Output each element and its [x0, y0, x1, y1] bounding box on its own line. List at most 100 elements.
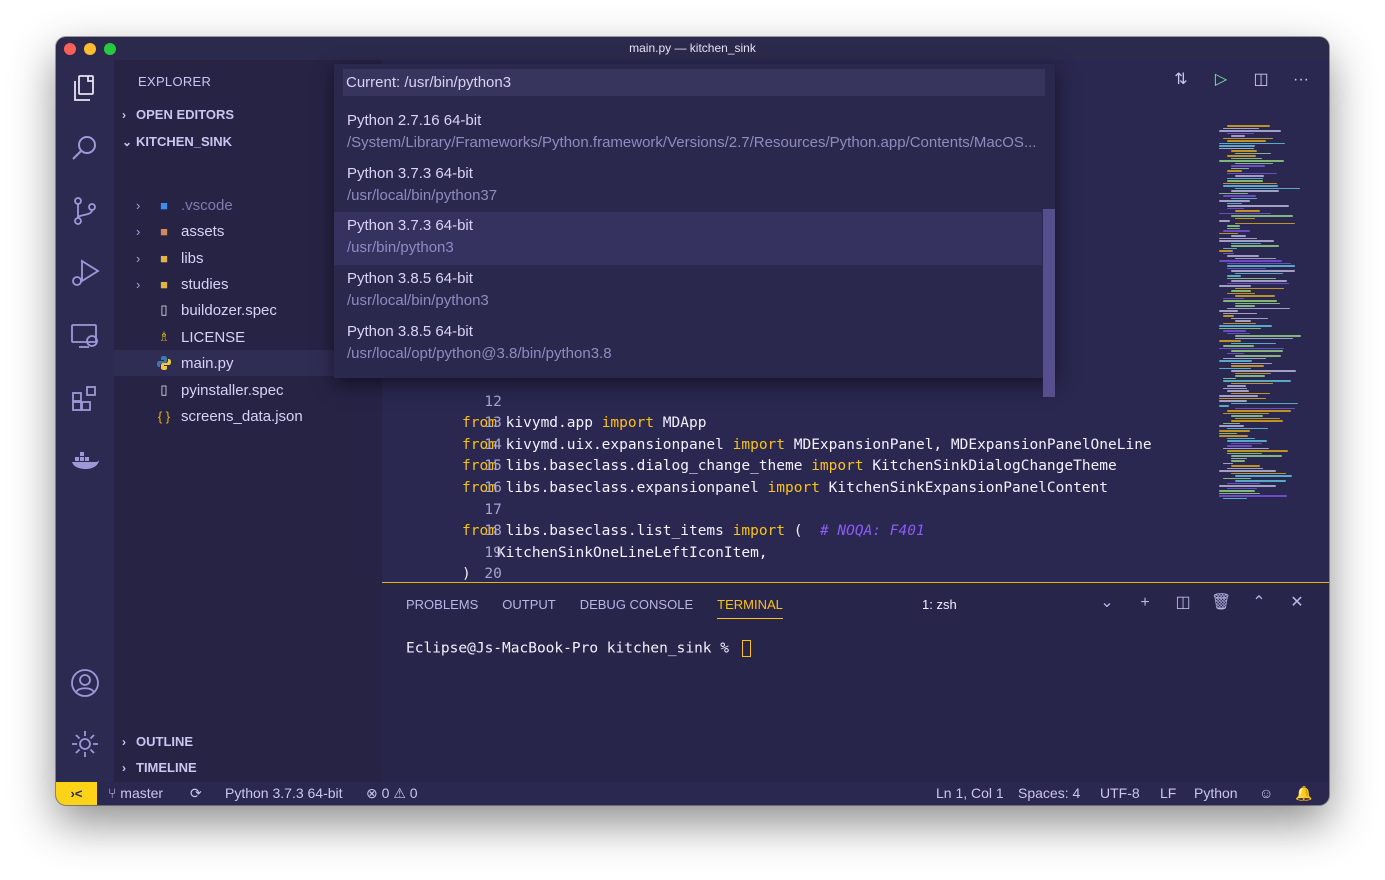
minimap-line	[1227, 487, 1257, 490]
minimap-line	[1219, 430, 1250, 432]
minimap-line	[1231, 455, 1282, 457]
tab-debug-console[interactable]: DEBUG CONSOLE	[580, 597, 693, 619]
minimap-line	[1223, 300, 1277, 302]
remote-icon[interactable]: ›<	[56, 782, 97, 805]
minimap-line	[1223, 380, 1291, 382]
tab-problems[interactable]: PROBLEMS	[406, 597, 478, 619]
chevron-down-icon[interactable]: ⌄	[1097, 593, 1117, 613]
interpreter-option[interactable]: Python 3.8.5 64-bit /usr/local/bin/pytho…	[334, 265, 1042, 318]
quick-pick-scrollbar[interactable]	[1043, 209, 1055, 397]
minimap-line	[1219, 395, 1258, 397]
project-section[interactable]: ⌄ KITCHEN_SINK	[122, 134, 232, 149]
account-icon[interactable]	[69, 667, 101, 699]
tab-output[interactable]: OUTPUT	[502, 597, 555, 619]
code-line: 17 from libs.baseclass.list_items import…	[462, 501, 925, 540]
tab-terminal[interactable]: TERMINAL	[717, 597, 783, 619]
terminal-select[interactable]: 1: zsh	[922, 597, 957, 612]
folder-icon: ■	[160, 276, 168, 292]
run-debug-icon[interactable]	[69, 257, 101, 289]
close-panel-icon[interactable]: ✕	[1287, 593, 1307, 613]
minimap-line	[1219, 492, 1260, 495]
minimap-line	[1219, 142, 1285, 145]
folder-icon: ■	[160, 250, 168, 266]
remote-explorer-icon[interactable]	[69, 320, 101, 352]
problems-indicator[interactable]: ⊗ 0 ⚠ 0	[366, 782, 418, 805]
explorer-icon[interactable]	[69, 72, 101, 104]
timeline-section[interactable]: › TIMELINE	[122, 760, 197, 775]
terminal-prompt: Eclipse@Js-MacBook-Pro kitchen_sink %	[406, 640, 738, 657]
open-editors-section[interactable]: › OPEN EDITORS	[122, 107, 234, 122]
outline-section[interactable]: › OUTLINE	[122, 734, 193, 749]
feedback-icon[interactable]: ☺	[1259, 782, 1273, 805]
minimap-line	[1219, 147, 1254, 150]
minimap-line	[1231, 280, 1287, 282]
minimap-line	[1231, 317, 1268, 320]
minimap-line	[1227, 482, 1260, 485]
split-terminal-icon[interactable]: ◫	[1173, 593, 1193, 613]
minimap-line	[1231, 365, 1264, 367]
minimize-window-button[interactable]	[84, 43, 96, 55]
code-view[interactable]: 12 from kivymd.app import MDApp 13 from …	[382, 370, 1152, 626]
interpreter-option[interactable]: Python 3.7.3 64-bit /usr/local/bin/pytho…	[334, 160, 1042, 213]
minimap-line	[1223, 137, 1273, 140]
maximize-window-button[interactable]	[104, 43, 116, 55]
minimap-line	[1227, 385, 1246, 387]
minimap-line	[1219, 200, 1250, 202]
language-mode[interactable]: Python	[1194, 782, 1238, 805]
notifications-bell-icon[interactable]: 🔔	[1295, 782, 1312, 805]
indentation[interactable]: Spaces: 4	[1018, 782, 1080, 805]
minimap-line	[1219, 310, 1238, 312]
panel-actions: ⌄ + ◫ 🗑 ⌃ ✕	[1097, 593, 1307, 613]
code-line: 13 from kivymd.uix.expansionpanel import…	[462, 415, 1152, 453]
git-branch-icon: ⑂	[108, 785, 117, 801]
minimap-line	[1231, 135, 1245, 137]
minimap-line	[1227, 282, 1289, 285]
interpreter-option[interactable]: Python 3.8.5 64-bit /usr/local/opt/pytho…	[334, 318, 1042, 371]
extensions-icon[interactable]	[69, 383, 101, 415]
minimap-line	[1219, 160, 1284, 162]
compare-changes-icon[interactable]: ⇅	[1171, 70, 1191, 90]
source-control-icon[interactable]	[69, 195, 101, 227]
interpreter-option[interactable]: Python 2.7.16 64-bit /System/Library/Fra…	[334, 107, 1042, 160]
search-icon[interactable]	[69, 133, 101, 165]
new-terminal-icon[interactable]: +	[1135, 593, 1155, 613]
docker-icon[interactable]	[69, 445, 101, 477]
trash-icon[interactable]: 🗑	[1211, 593, 1231, 613]
run-icon[interactable]: ▷	[1211, 70, 1231, 90]
minimap-line	[1235, 407, 1295, 410]
minimap-line	[1219, 405, 1229, 407]
minimap-line	[1227, 225, 1240, 227]
terminal-output[interactable]: Eclipse@Js-MacBook-Pro kitchen_sink %	[406, 640, 751, 657]
tree-item-pyinstaller-spec[interactable]: ▯ pyinstaller.spec	[114, 377, 382, 403]
minimap-line	[1227, 410, 1291, 412]
tree-item-screens-data-json[interactable]: { } screens_data.json	[114, 403, 382, 429]
git-branch-indicator[interactable]: ⑂ master	[108, 782, 163, 805]
interpreter-option-selected[interactable]: Python 3.7.3 64-bit /usr/bin/python3	[334, 212, 1042, 265]
minimap-line	[1231, 465, 1260, 467]
more-actions-icon[interactable]: ···	[1291, 70, 1311, 90]
minimap-line	[1227, 437, 1255, 440]
cursor-position[interactable]: Ln 1, Col 1	[936, 782, 1004, 805]
minimap-line	[1227, 390, 1249, 392]
vscode-folder-icon: ■	[160, 197, 168, 213]
minimap-line	[1235, 335, 1301, 337]
close-window-button[interactable]	[64, 43, 76, 55]
minimap[interactable]	[1219, 125, 1319, 505]
encoding[interactable]: UTF-8	[1100, 782, 1140, 805]
minimap-line	[1231, 420, 1283, 422]
minimap-line	[1223, 497, 1247, 500]
minimap-line	[1219, 400, 1247, 402]
error-icon: ⊗	[366, 785, 378, 801]
status-bar: ›< ⑂ master ⟳ Python 3.7.3 64-bit ⊗ 0 ⚠ …	[56, 782, 1329, 805]
settings-gear-icon[interactable]	[69, 728, 101, 760]
code-line: 20	[484, 566, 502, 583]
end-of-line[interactable]: LF	[1160, 782, 1176, 805]
interpreter-indicator[interactable]: Python 3.7.3 64-bit	[225, 782, 343, 805]
minimap-line	[1231, 245, 1279, 247]
maximize-panel-icon[interactable]: ⌃	[1249, 593, 1269, 613]
minimap-line	[1227, 140, 1266, 142]
split-editor-icon[interactable]: ◫	[1251, 70, 1271, 90]
sync-icon[interactable]: ⟳	[190, 782, 202, 805]
quick-pick-input[interactable]: Current: /usr/bin/python3	[343, 69, 1045, 96]
minimap-line	[1235, 295, 1275, 297]
